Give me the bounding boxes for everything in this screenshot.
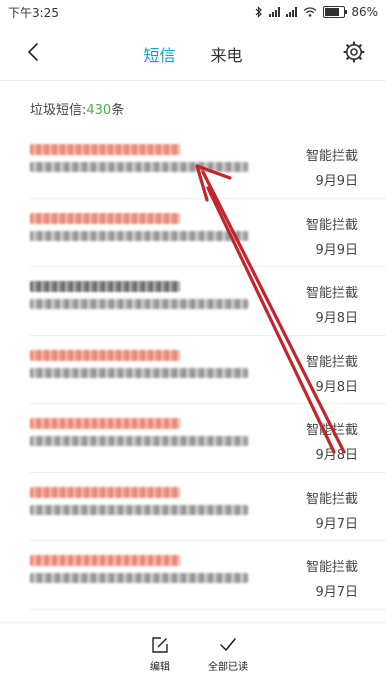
blocked-message-list: 智能拦截 9月9日 智能拦截 9月9日 智能拦截 9月8日 智能拦截 9月8日 智能拦截 9月8日… <box>0 130 386 610</box>
snippet-redacted <box>30 504 248 515</box>
summary-unit: 条 <box>111 103 125 118</box>
message-date: 9月7日 <box>315 585 358 600</box>
message-preview <box>30 349 255 390</box>
message-row[interactable]: 智能拦截 9月7日 <box>0 473 386 541</box>
edit-label: 编辑 <box>150 662 170 673</box>
battery-icon <box>323 6 348 18</box>
sender-redacted <box>30 212 180 224</box>
message-date: 9月7日 <box>315 516 358 532</box>
tab-bar: 短信 来电 <box>0 42 386 66</box>
summary-label: 垃圾短信: <box>30 103 87 118</box>
mark-all-read-label: 全部已读 <box>208 662 248 673</box>
message-date: 9月9日 <box>315 242 358 258</box>
check-icon <box>220 638 236 651</box>
message-row[interactable]: 智能拦截 9月8日 <box>0 267 386 336</box>
row-divider <box>30 608 386 610</box>
edit-icon <box>152 637 168 653</box>
message-preview <box>30 418 255 458</box>
status-icons: 86% <box>255 5 378 19</box>
snippet-redacted <box>30 436 248 446</box>
message-meta: 智能拦截 9月7日 <box>306 556 358 600</box>
block-tag: 智能拦截 <box>305 217 358 233</box>
message-preview <box>30 486 255 527</box>
spam-sms-summary: 垃圾短信:430条 <box>30 99 124 118</box>
app-header: 短信 来电 <box>0 24 386 81</box>
message-meta: 智能拦截 9月7日 <box>306 488 358 532</box>
battery-percent: 86% <box>351 5 378 19</box>
sender-redacted <box>30 144 180 155</box>
bottom-action-bar: 编辑 全部已读 <box>0 622 386 683</box>
message-row[interactable]: 智能拦截 9月9日 <box>0 130 386 199</box>
sender-redacted <box>30 418 180 429</box>
message-date: 9月8日 <box>315 448 358 463</box>
sender-redacted <box>30 349 180 361</box>
gear-icon[interactable] <box>342 40 366 64</box>
message-date: 9月8日 <box>315 311 358 326</box>
message-meta: 智能拦截 9月8日 <box>306 351 358 395</box>
mark-all-read-button[interactable]: 全部已读 <box>198 635 258 673</box>
block-tag: 智能拦截 <box>305 286 358 301</box>
message-preview <box>30 555 255 595</box>
message-date: 9月9日 <box>315 174 358 189</box>
snippet-redacted <box>30 573 248 583</box>
signal-icon <box>269 7 281 17</box>
message-meta: 智能拦截 9月9日 <box>306 214 358 258</box>
snippet-redacted <box>30 230 248 241</box>
edit-button[interactable]: 编辑 <box>130 635 190 673</box>
block-tag: 智能拦截 <box>305 149 358 164</box>
message-meta: 智能拦截 9月8日 <box>306 419 358 463</box>
summary-count: 430 <box>86 103 112 118</box>
message-meta: 智能拦截 9月8日 <box>306 282 358 326</box>
sender-redacted <box>30 486 180 498</box>
snippet-redacted <box>30 299 248 309</box>
block-tag: 智能拦截 <box>305 423 358 438</box>
message-row[interactable]: 智能拦截 9月8日 <box>0 404 386 473</box>
message-row[interactable]: 智能拦截 9月7日 <box>0 541 386 610</box>
message-preview <box>30 144 255 184</box>
status-bar: 下午3:25 86% <box>0 0 386 24</box>
tab-calls[interactable]: 来电 <box>211 42 243 66</box>
message-preview <box>30 212 255 253</box>
snippet-redacted <box>30 367 248 378</box>
tab-sms[interactable]: 短信 <box>143 42 175 66</box>
bluetooth-icon <box>255 6 263 18</box>
snippet-redacted <box>30 162 248 172</box>
message-meta: 智能拦截 9月9日 <box>306 145 358 189</box>
sender-redacted <box>30 281 180 292</box>
block-tag: 智能拦截 <box>305 491 358 507</box>
status-time: 下午3:25 <box>8 5 59 20</box>
block-tag: 智能拦截 <box>305 354 358 370</box>
message-date: 9月8日 <box>315 379 358 395</box>
message-row[interactable]: 智能拦截 9月8日 <box>0 336 386 404</box>
sender-redacted <box>30 555 180 566</box>
wifi-icon <box>303 7 317 17</box>
message-preview <box>30 281 255 321</box>
message-row[interactable]: 智能拦截 9月9日 <box>0 199 386 267</box>
block-tag: 智能拦截 <box>305 560 358 575</box>
signal-icon-2 <box>286 7 298 17</box>
